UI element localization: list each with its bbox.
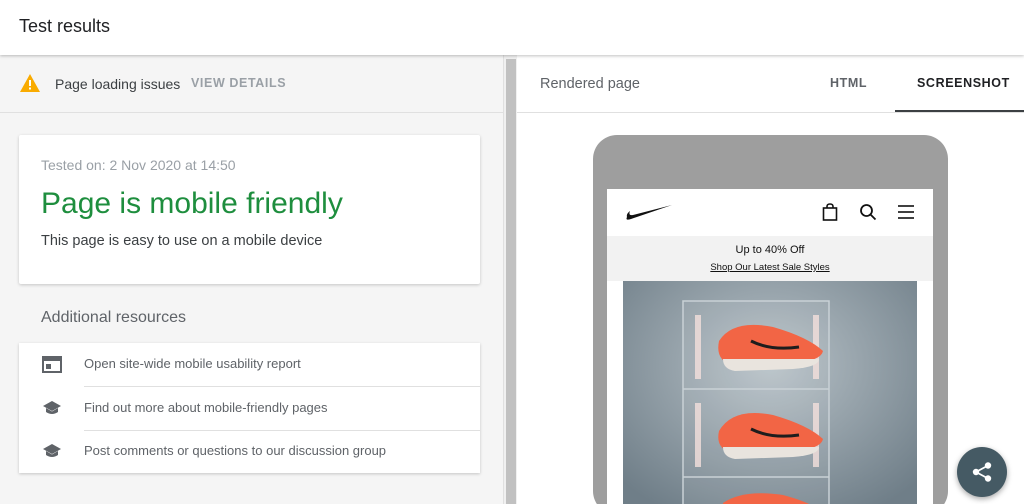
bag-icon (822, 203, 838, 221)
search-icon (860, 204, 877, 221)
rendered-page-tabs: Rendered page HTML SCREENSHOT (517, 55, 1024, 113)
site-header (607, 189, 933, 236)
result-card: Tested on: 2 Nov 2020 at 14:50 Page is m… (19, 135, 480, 284)
menu-icon (898, 205, 914, 219)
report-icon (42, 356, 62, 373)
phone-frame: Up to 40% Off Shop Our Latest Sale Style… (593, 135, 948, 504)
school-icon (43, 401, 61, 414)
tested-on-timestamp: Tested on: 2 Nov 2020 at 14:50 (41, 157, 236, 173)
promo-link: Shop Our Latest Sale Styles (710, 262, 830, 273)
warning-icon (20, 74, 40, 92)
resource-mobile-friendly-info[interactable]: Find out more about mobile-friendly page… (19, 387, 480, 430)
mobile-friendly-headline: Page is mobile friendly (41, 187, 343, 220)
mobile-friendly-description: This page is easy to use on a mobile dev… (41, 233, 323, 249)
page-loading-issues-bar: Page loading issues VIEW DETAILS (0, 55, 503, 113)
resources-list: Open site-wide mobile usability report F… (19, 343, 480, 473)
shoe-display-image (623, 281, 917, 504)
resource-label: Post comments or questions to our discus… (84, 443, 387, 458)
issues-label: Page loading issues (55, 76, 181, 92)
promo-banner: Up to 40% Off Shop Our Latest Sale Style… (607, 236, 933, 281)
tab-screenshot[interactable]: SCREENSHOT (917, 76, 1010, 90)
active-tab-indicator (895, 110, 1024, 112)
additional-resources-heading: Additional resources (41, 309, 186, 326)
results-panel: Page loading issues VIEW DETAILS Tested … (0, 55, 503, 504)
share-button[interactable] (957, 447, 1007, 497)
resource-label: Find out more about mobile-friendly page… (84, 400, 328, 415)
view-details-link[interactable]: VIEW DETAILS (191, 76, 286, 90)
hero-image (623, 281, 917, 504)
scrollbar-thumb[interactable] (506, 59, 516, 504)
nike-logo (626, 205, 672, 220)
resource-discussion-group[interactable]: Post comments or questions to our discus… (19, 430, 480, 473)
rendered-page-panel: Rendered page HTML SCREENSHOT Up to 40% … (517, 55, 1024, 504)
page-title: Test results (19, 16, 111, 36)
page-screenshot: Up to 40% Off Shop Our Latest Sale Style… (607, 189, 933, 504)
resource-label: Open site-wide mobile usability report (84, 356, 301, 371)
resource-usability-report[interactable]: Open site-wide mobile usability report (19, 343, 480, 386)
promo-title: Up to 40% Off (735, 244, 805, 256)
top-bar: Test results (0, 0, 1024, 55)
tab-html[interactable]: HTML (830, 76, 867, 90)
left-panel-scrollbar[interactable] (503, 55, 517, 504)
rendered-page-label: Rendered page (540, 76, 640, 92)
school-icon (43, 444, 61, 457)
share-icon (972, 462, 992, 482)
